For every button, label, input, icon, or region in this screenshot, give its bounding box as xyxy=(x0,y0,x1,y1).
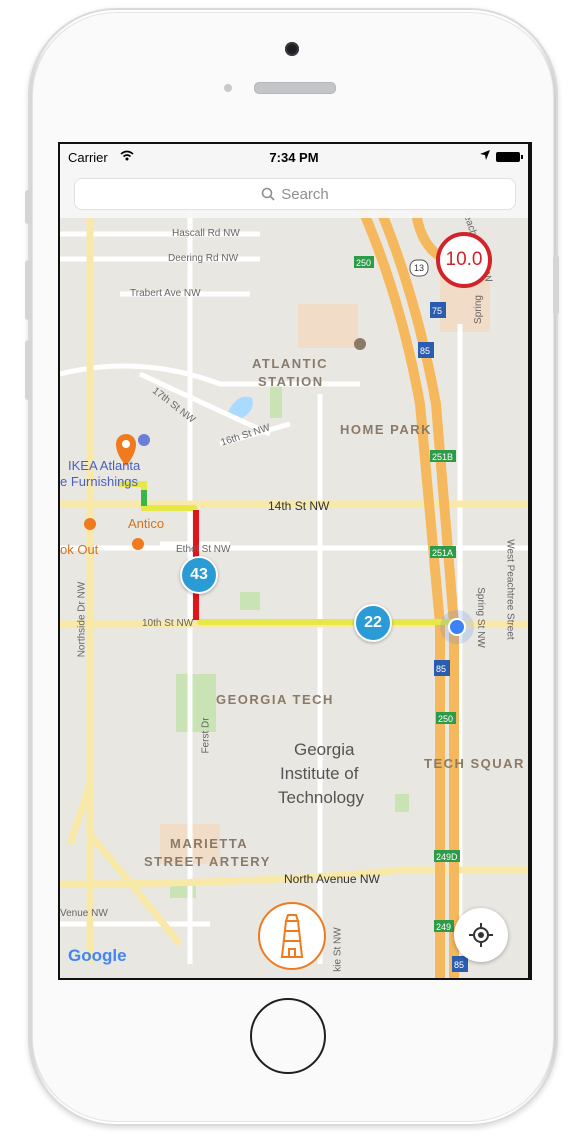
park-area xyxy=(270,384,282,418)
area-label: ATLANTIC xyxy=(252,356,329,371)
place-label: Georgia xyxy=(294,740,355,759)
lighthouse-icon xyxy=(280,914,304,958)
road-label: Northside Dr NW xyxy=(76,581,88,658)
highway-shield-label: 85 xyxy=(420,346,430,356)
search-input[interactable]: Search xyxy=(74,178,516,210)
highway-shield-label: 75 xyxy=(432,306,442,316)
road-label: Spring xyxy=(472,295,484,324)
current-location-dot xyxy=(448,618,466,636)
route-badge[interactable]: 43 xyxy=(180,556,218,594)
proximity-sensor xyxy=(224,84,232,92)
search-icon xyxy=(261,187,275,201)
place-label: IKEA Atlanta xyxy=(68,458,141,473)
road-label: Venue NW xyxy=(60,908,108,919)
area-label: GEORGIA TECH xyxy=(216,692,334,707)
park-area xyxy=(240,592,260,610)
area-label: TECH SQUAR xyxy=(424,756,525,771)
poi-icon xyxy=(354,338,366,350)
poi-icon xyxy=(138,434,150,446)
area-label: STATION xyxy=(258,374,324,389)
google-attribution: Google xyxy=(68,946,127,966)
place-label: Antico xyxy=(128,516,165,531)
road-label: 14th St NW xyxy=(268,499,330,513)
highway-shield-label: 13 xyxy=(414,263,424,273)
lighthouse-button[interactable] xyxy=(258,902,326,970)
poi-icon xyxy=(132,538,144,550)
highway-shield-label: 250 xyxy=(438,714,453,724)
road-label: Hascall Rd NW xyxy=(172,228,240,239)
front-camera xyxy=(285,42,299,56)
highway-shield-label: 249D xyxy=(436,852,458,862)
road-label: Deering Rd NW xyxy=(168,253,239,264)
google-logo-text: Google xyxy=(68,946,127,965)
highway-shield-label: 85 xyxy=(436,664,446,674)
road-label: Spring St NW xyxy=(474,587,486,648)
road-label: 10th St NW xyxy=(142,618,194,629)
area-label: HOME PARK xyxy=(340,422,432,437)
highway-shield-label: 249 xyxy=(436,922,451,932)
location-arrow-icon xyxy=(480,149,490,163)
highway-shield-label: 250 xyxy=(356,258,371,268)
speed-value: 10.0 xyxy=(445,249,483,270)
place-label: Technology xyxy=(278,788,365,807)
highway-shield-label: 251B xyxy=(432,452,453,462)
park-area xyxy=(395,794,409,812)
place-label: Institute of xyxy=(280,764,359,783)
mute-switch xyxy=(25,190,31,224)
crosshair-icon xyxy=(469,923,493,947)
area-label: MARIETTA xyxy=(170,836,249,851)
phone-screen: 250 13 75 85 251B 251A 85 250 249D 249 8… xyxy=(58,142,532,980)
road-label: Ethel St NW xyxy=(176,544,231,555)
volume-up-button xyxy=(25,260,31,320)
clock-time: 7:34 PM xyxy=(269,150,319,165)
home-button[interactable] xyxy=(250,998,326,1074)
search-placeholder: Search xyxy=(281,185,329,203)
road-label: West Peachtree Street xyxy=(504,539,516,640)
road-label: Trabert Ave NW xyxy=(130,288,201,299)
battery-icon xyxy=(496,152,523,162)
road-label: Ferst Dr xyxy=(200,717,212,754)
place-label: ok Out xyxy=(60,542,99,557)
place-label: e Furnishings xyxy=(60,474,139,489)
status-bar: Carrier 7:34 PM xyxy=(60,144,528,172)
speed-indicator: 10.0 xyxy=(436,232,492,288)
route-badge[interactable]: 22 xyxy=(354,604,392,642)
recenter-button[interactable] xyxy=(454,908,508,962)
earpiece-speaker xyxy=(254,82,336,94)
road-label: kie St NW xyxy=(332,927,344,972)
search-bar-container: Search xyxy=(60,172,528,218)
power-button xyxy=(553,255,559,315)
highway-shield-label: 85 xyxy=(454,960,464,970)
district-area xyxy=(298,304,358,348)
area-label: STREET ARTERY xyxy=(144,854,271,869)
volume-down-button xyxy=(25,340,31,400)
highway-shield-label: 251A xyxy=(432,548,453,558)
road-label: North Avenue NW xyxy=(284,872,380,886)
poi-icon xyxy=(84,518,96,530)
